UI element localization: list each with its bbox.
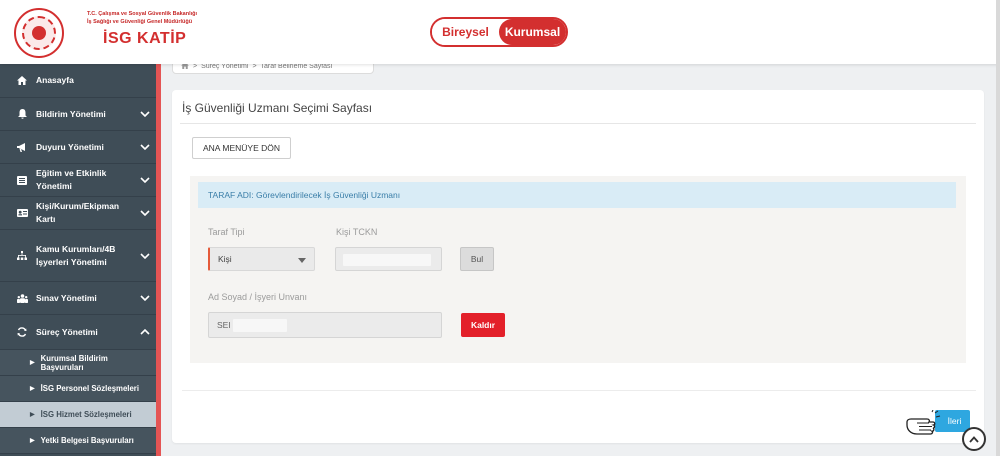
caret-right-icon: ▶ (30, 360, 35, 366)
masked-value (233, 319, 287, 332)
remove-button[interactable]: Kaldır (461, 313, 505, 337)
toggle-kurumsal[interactable]: Kurumsal (499, 19, 566, 45)
sidebar: Anasayfa Bildirim Yönetimi Duyuru Yöneti… (0, 64, 160, 456)
sidebar-subitem-kurumsal-bildirim[interactable]: ▶ Kurumsal Bildirim Başvuruları (0, 350, 160, 376)
org-line-directorate: İş Sağlığı ve Güvenliği Genel Müdürlüğü (87, 19, 193, 25)
brand-title[interactable]: İSG KATİP (103, 30, 186, 48)
sidebar-item-label: Kamu Kurumları/4B İşyerleri Yönetimi (36, 243, 116, 267)
sidebar-item-kamu-kurumlari[interactable]: Kamu Kurumları/4B İşyerleri Yönetimi (0, 230, 160, 282)
id-card-icon (16, 209, 28, 217)
name-input[interactable]: SEI (208, 312, 442, 338)
chevron-down-icon (140, 142, 150, 152)
scroll-to-top-button[interactable] (962, 427, 986, 451)
page-title: İş Güvenliği Uzmanı Seçimi Sayfası (182, 101, 373, 115)
sidebar-subitem-isg-personel[interactable]: ▶ İSG Personel Sözleşmeleri (0, 376, 160, 402)
sidebar-subitem-label: İSG Personel Sözleşmeleri (40, 384, 139, 393)
name-value: SEI (217, 320, 231, 330)
chevron-up-icon (969, 430, 979, 448)
ministry-logo[interactable] (14, 8, 64, 58)
sidebar-subitem-label: İSG Hizmet Sözleşmeleri (40, 410, 132, 419)
caret-right-icon: ▶ (30, 386, 35, 392)
chevron-down-icon (140, 293, 150, 303)
sidebar-item-duyuru[interactable]: Duyuru Yönetimi (0, 131, 160, 164)
sidebar-item-kisi-kurum[interactable]: Kişi/Kurum/Ekipman Kartı (0, 197, 160, 230)
sidebar-item-bildirim[interactable]: Bildirim Yönetimi (0, 98, 160, 131)
chevron-up-icon (140, 327, 150, 337)
chevron-down-icon (140, 175, 150, 185)
sidebar-item-label: Eğitim ve Etkinlik Yönetimi (36, 168, 107, 191)
top-header: T.C. Çalışma ve Sosyal Güvenlik Bakanlığ… (0, 0, 1000, 64)
sidebar-subitem-label: Yetki Belgesi Başvuruları (40, 436, 134, 445)
main-menu-button[interactable]: ANA MENÜYE DÖN (192, 137, 291, 159)
party-type-select[interactable]: Kişi (208, 247, 315, 271)
masked-value (343, 254, 431, 266)
refresh-icon (16, 327, 28, 337)
page-scrollbar[interactable] (996, 0, 1000, 456)
name-label: Ad Soyad / İşyeri Unvanı (208, 292, 308, 302)
sidebar-item-label: Kişi/Kurum/Ekipman Kartı (36, 201, 120, 224)
user-type-toggle[interactable]: Bireysel Kurumsal (430, 17, 568, 47)
caret-down-icon (298, 258, 306, 263)
party-type-value: Kişi (218, 254, 232, 264)
sidebar-item-label: Sınav Yönetimi (36, 292, 97, 303)
list-icon (16, 175, 28, 185)
sidebar-subitem-label: Kurumsal Bildirim Başvuruları (40, 353, 108, 372)
toggle-bireysel[interactable]: Bireysel (432, 19, 499, 45)
divider (180, 123, 976, 124)
party-type-label: Taraf Tipi (208, 227, 245, 237)
home-icon (16, 76, 28, 85)
chevron-down-icon (140, 251, 150, 261)
tckn-input[interactable] (335, 247, 442, 271)
divider (182, 390, 976, 391)
pointer-hand-icon (905, 409, 941, 436)
sidebar-item-sinav[interactable]: Sınav Yönetimi (0, 282, 160, 315)
chevron-down-icon (140, 208, 150, 218)
search-button[interactable]: Bul (460, 247, 494, 271)
party-panel-header: TARAF ADI: Görevlendirilecek İş Güvenliğ… (198, 182, 956, 208)
chevron-down-icon (140, 109, 150, 119)
caret-right-icon: ▶ (30, 438, 35, 444)
logo-ring (22, 16, 56, 50)
sidebar-item-egitim[interactable]: Eğitim ve Etkinlik Yönetimi (0, 164, 160, 197)
sidebar-item-label: Anasayfa (36, 75, 74, 85)
sidebar-item-anasayfa[interactable]: Anasayfa (0, 64, 160, 98)
caret-right-icon: ▶ (30, 412, 35, 418)
sidebar-subitem-isg-hizmet[interactable]: ▶ İSG Hizmet Sözleşmeleri (0, 402, 160, 428)
sidebar-item-surec[interactable]: Süreç Yönetimi (0, 315, 160, 350)
sidebar-subitem-yetki-belgesi[interactable]: ▶ Yetki Belgesi Başvuruları (0, 428, 160, 454)
org-line-ministry: T.C. Çalışma ve Sosyal Güvenlik Bakanlığ… (87, 11, 198, 17)
logo-core (32, 26, 46, 40)
sidebar-scrollbar[interactable] (156, 64, 161, 456)
bell-icon (16, 109, 28, 119)
sidebar-item-label: Duyuru Yönetimi (36, 141, 104, 152)
people-icon (16, 293, 28, 303)
tckn-label: Kişi TCKN (336, 227, 378, 237)
megaphone-icon (16, 142, 28, 152)
sitemap-icon (16, 251, 28, 260)
sidebar-item-label: Süreç Yönetimi (36, 326, 98, 337)
sidebar-item-label: Bildirim Yönetimi (36, 108, 106, 119)
